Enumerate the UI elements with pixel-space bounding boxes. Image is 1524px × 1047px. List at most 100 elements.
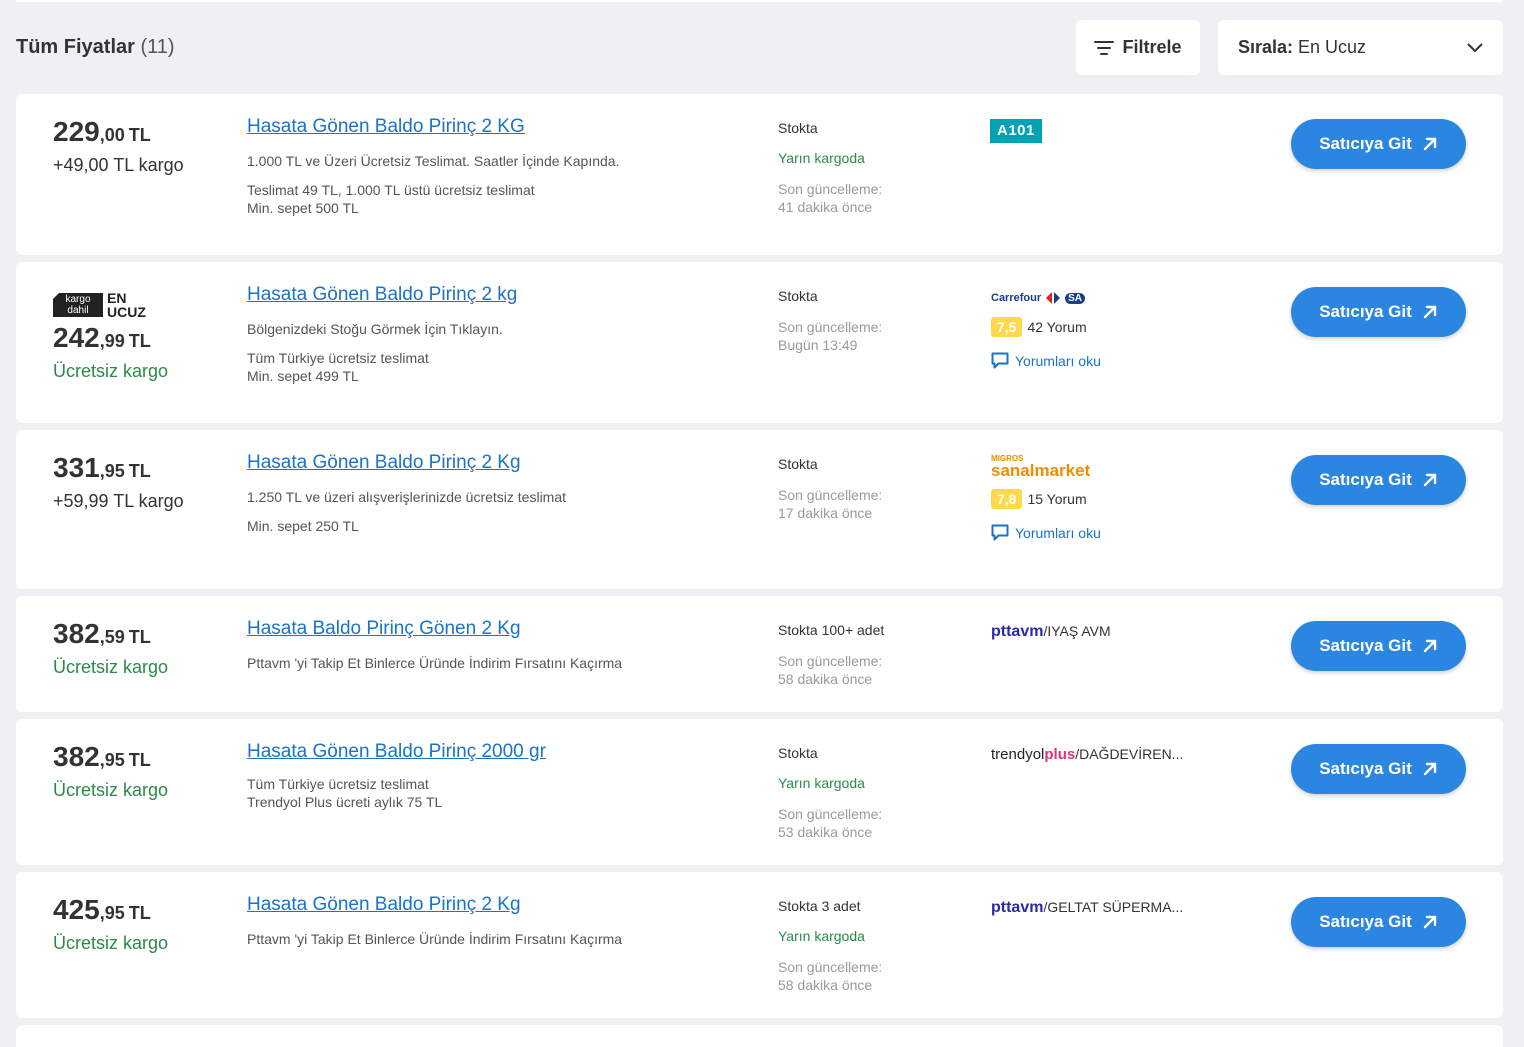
stock-status: Stokta: [778, 120, 818, 136]
offer-card: kargo dahil EN UCUZ 242,99 TL Ücretsiz kar…: [16, 262, 1503, 423]
stock-status: Stokta 3 adet: [778, 898, 861, 914]
go-to-seller-button[interactable]: Satıcıya Git: [1291, 455, 1466, 505]
delivery-note: 1.250 TL ve üzeri alışverişlerinizde ücr…: [247, 489, 567, 505]
product-info: Hasata Gönen Baldo Pirinç 2 Kg 1.250 TL …: [247, 452, 767, 535]
offer-card: 229,00 TL +49,00 TL kargo Hasata Gönen Ba…: [16, 94, 1503, 255]
price-block: 331,95 TL +59,99 TL kargo: [53, 454, 184, 512]
go-to-seller-button[interactable]: Satıcıya Git: [1291, 621, 1466, 671]
delivery-details: Teslimat 49 TL, 1.000 TL üstü ücretsiz t…: [247, 182, 535, 216]
seller-logo-a101[interactable]: A101: [990, 119, 1042, 143]
delivery-note: Pttavm 'yi Takip Et Binlerce Üründe İndi…: [247, 655, 623, 671]
rating-score: 7,8: [991, 489, 1023, 509]
price: 425,95 TL: [53, 894, 151, 925]
offer-card: 382,95 TL Ücretsiz kargo Hasata Gönen Bal…: [16, 719, 1503, 865]
go-to-seller-button[interactable]: Satıcıya Git: [1291, 744, 1466, 794]
arrow-up-right-icon: [1422, 761, 1438, 777]
review-count: 42 Yorum: [1027, 319, 1087, 335]
stock-info: Stokta Yarın kargoda Son güncelleme: 53 …: [778, 745, 978, 841]
stock-status: Stokta: [778, 745, 818, 761]
shipping-cost: Ücretsiz kargo: [53, 361, 169, 381]
shipping-cost: Ücretsiz kargo: [53, 933, 169, 953]
filter-label: Filtrele: [1122, 37, 1182, 57]
product-title-link[interactable]: Hasata Gönen Baldo Pirinç 2 kg: [247, 284, 517, 306]
offer-card: [16, 1025, 1503, 1047]
stock-info: Stokta Yarın kargoda Son güncelleme: 41 …: [778, 120, 978, 216]
delivery-note: 1.000 TL ve Üzeri Ücretsiz Teslimat. Saa…: [247, 153, 620, 169]
arrow-up-right-icon: [1422, 304, 1438, 320]
last-updated: Son güncelleme: 17 dakika önce: [778, 487, 883, 521]
price: 382,95 TL: [53, 741, 151, 772]
go-to-seller-button[interactable]: Satıcıya Git: [1291, 897, 1466, 947]
go-to-seller-button[interactable]: Satıcıya Git: [1291, 119, 1466, 169]
sort-label: Sırala:: [1238, 37, 1294, 57]
price: 382,59 TL: [53, 618, 151, 649]
seller-logo-carrefour[interactable]: Carrefour SA: [991, 292, 1221, 304]
arrow-up-right-icon: [1422, 638, 1438, 654]
arrow-up-right-icon: [1422, 136, 1438, 152]
stock-info: Stokta Son güncelleme: 17 dakika önce: [778, 456, 978, 522]
seller-logo-migros[interactable]: MIGROS sanalmarket: [991, 455, 1221, 480]
stock-info: Stokta Son güncelleme: Bugün 13:49: [778, 288, 978, 354]
delivery-details: Tüm Türkiye ücretsiz teslimat Trendyol P…: [247, 776, 443, 810]
product-info: Hasata Gönen Baldo Pirinç 2000 gr Tüm Tü…: [247, 741, 767, 811]
stock-status: Stokta: [778, 456, 818, 472]
last-updated: Son güncelleme: Bugün 13:49: [778, 319, 883, 353]
offer-card: 331,95 TL +59,99 TL kargo Hasata Gönen Ba…: [16, 430, 1503, 589]
cargo-included-badge: kargo dahil: [53, 293, 103, 317]
seller-info: A101: [990, 119, 1221, 143]
product-title-link[interactable]: Hasata Gönen Baldo Pirinç 2 Kg: [247, 894, 521, 916]
price-block: 229,00 TL +49,00 TL kargo: [53, 118, 184, 176]
last-updated: Son güncelleme: 53 dakika önce: [778, 806, 883, 840]
shipping-cost: +59,99 TL kargo: [53, 491, 184, 511]
product-info: Hasata Gönen Baldo Pirinç 2 kg Bölgenizd…: [247, 284, 767, 385]
product-title-link[interactable]: Hasata Gönen Baldo Pirinç 2 KG: [247, 116, 525, 138]
last-updated: Son güncelleme: 41 dakika önce: [778, 181, 883, 215]
rating-score: 7,5: [991, 317, 1023, 337]
price-block: 425,95 TL Ücretsiz kargo: [53, 896, 168, 954]
seller-name[interactable]: trendyolplus/DAĞDEVİREN...: [991, 746, 1221, 763]
seller-logo-pttavm: pttavm: [991, 623, 1044, 640]
arrow-up-right-icon: [1422, 472, 1438, 488]
seller-info: MIGROS sanalmarket 7,8 15 Yorum Yorumlar…: [991, 455, 1221, 541]
seller-info: trendyolplus/DAĞDEVİREN...: [991, 746, 1221, 763]
price-block: kargo dahil EN UCUZ 242,99 TL Ücretsiz kar…: [53, 291, 168, 382]
seller-rating: 7,8 15 Yorum: [991, 489, 1221, 509]
comment-icon: [991, 524, 1009, 541]
stock-status: Stokta 100+ adet: [778, 622, 885, 638]
seller-name[interactable]: pttavm/GELTAT SÜPERMA...: [991, 899, 1221, 917]
product-title-link[interactable]: Hasata Baldo Pirinç Gönen 2 Kg: [247, 618, 521, 640]
product-title-link[interactable]: Hasata Gönen Baldo Pirinç 2 Kg: [247, 452, 521, 474]
stock-status: Stokta: [778, 288, 818, 304]
chevron-down-icon: [1467, 42, 1483, 53]
price: 331,95 TL: [53, 452, 151, 483]
cargo-day: Yarın kargoda: [778, 150, 865, 166]
seller-rating: 7,5 42 Yorum: [991, 317, 1221, 337]
price-block: 382,95 TL Ücretsiz kargo: [53, 743, 168, 801]
cheapest-badge: kargo dahil EN UCUZ: [53, 291, 168, 319]
offer-card: 425,95 TL Ücretsiz kargo Hasata Gönen Bal…: [16, 872, 1503, 1018]
seller-info: Carrefour SA 7,5 42 Yorum Yorumları oku: [991, 292, 1221, 369]
product-title-link[interactable]: Hasata Gönen Baldo Pirinç 2000 gr: [247, 741, 546, 763]
review-count: 15 Yorum: [1027, 491, 1087, 507]
sort-value: En Ucuz: [1298, 37, 1367, 57]
read-reviews-link[interactable]: Yorumları oku: [991, 352, 1221, 369]
carrefour-mark-icon: [1044, 292, 1062, 304]
go-to-seller-button[interactable]: Satıcıya Git: [1291, 287, 1466, 337]
offer-count: (11): [140, 36, 175, 58]
cargo-day: Yarın kargoda: [778, 928, 865, 944]
filter-button[interactable]: Filtrele: [1076, 20, 1200, 75]
read-reviews-link[interactable]: Yorumları oku: [991, 524, 1221, 541]
product-info: Hasata Gönen Baldo Pirinç 2 KG 1.000 TL …: [247, 116, 767, 217]
seller-name[interactable]: pttavm/IYAŞ AVM: [991, 623, 1221, 641]
sort-select[interactable]: Sırala: En Ucuz: [1218, 20, 1503, 75]
price-block: 382,59 TL Ücretsiz kargo: [53, 620, 168, 678]
product-info: Hasata Baldo Pirinç Gönen 2 Kg Pttavm 'y…: [247, 618, 767, 671]
delivery-note[interactable]: Bölgenizdeki Stoğu Görmek İçin Tıklayın.: [247, 321, 767, 337]
comment-icon: [991, 352, 1009, 369]
delivery-details: Tüm Türkiye ücretsiz teslimat Min. sepet…: [247, 350, 429, 384]
price: 229,00 TL: [53, 116, 151, 147]
shipping-cost: Ücretsiz kargo: [53, 780, 169, 800]
stock-info: Stokta 3 adet Yarın kargoda Son güncelle…: [778, 898, 978, 994]
price: 242,99 TL: [53, 322, 151, 353]
seller-info: pttavm/IYAŞ AVM: [991, 623, 1221, 641]
